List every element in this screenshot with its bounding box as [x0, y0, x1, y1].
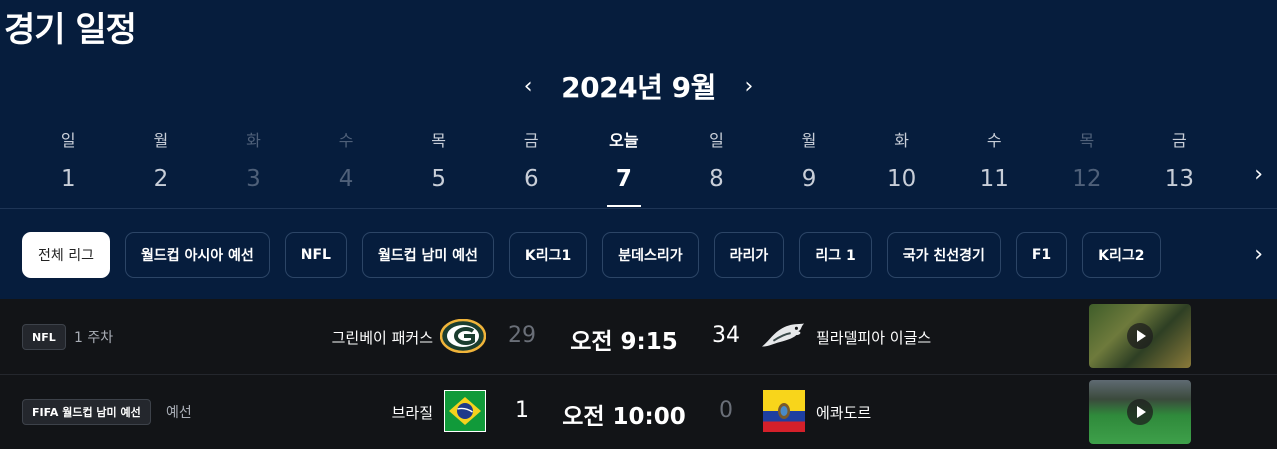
section-divider: [0, 208, 1277, 209]
date-number: 3: [246, 166, 261, 192]
league-chip[interactable]: 월드컵 아시아 예선: [124, 232, 270, 278]
away-score: 0: [719, 398, 733, 423]
dates-next-chevron-right-icon[interactable]: ›: [1254, 162, 1263, 187]
date-item[interactable]: 일8: [670, 130, 763, 194]
play-icon: [1127, 399, 1153, 425]
away-team-name: 필라델피아 이글스: [816, 329, 932, 347]
highlight-video-thumbnail[interactable]: [1089, 380, 1191, 444]
league-chip[interactable]: K리그2: [1082, 232, 1161, 278]
date-item-today[interactable]: 오늘 7: [578, 130, 671, 207]
packers-logo-icon: [440, 315, 486, 357]
date-number: 7: [615, 166, 632, 192]
leagues-next-chevron-right-icon[interactable]: ›: [1254, 242, 1263, 267]
date-weekday: 수: [338, 131, 354, 150]
home-team-name: 그린베이 패커스: [331, 329, 433, 347]
date-weekday: 월: [153, 131, 169, 150]
date-weekday: 화: [894, 131, 909, 150]
league-badge: FIFA 월드컵 남미 예선: [22, 399, 151, 425]
game-time: 오전 9:15: [570, 329, 678, 355]
date-number: 13: [1164, 166, 1195, 192]
highlight-video-thumbnail[interactable]: [1089, 304, 1191, 368]
date-weekday: 일: [709, 131, 724, 150]
date-weekday: 목: [1079, 131, 1095, 150]
next-month-chevron-right-icon[interactable]: ›: [740, 74, 758, 99]
brazil-flag-icon: [442, 390, 488, 432]
game-row[interactable]: NFL 1 주차 그린베이 패커스 29 오전 9:15 34 필라델피아 이글…: [0, 299, 1277, 374]
date-number: 11: [979, 166, 1009, 192]
date-item[interactable]: 화3: [207, 130, 300, 194]
league-chip[interactable]: K리그1: [508, 232, 588, 278]
home-team-name: 브라질: [391, 404, 433, 422]
league-chip[interactable]: 라리가: [713, 232, 785, 278]
date-item[interactable]: 월9: [763, 130, 856, 194]
month-label: 2024년 9월: [561, 71, 716, 104]
date-weekday: 오늘: [609, 131, 639, 150]
date-number: 6: [523, 166, 539, 192]
date-weekday: 수: [986, 131, 1002, 150]
date-weekday: 화: [246, 131, 261, 150]
league-chip[interactable]: NFL: [284, 232, 347, 278]
prev-month-chevron-left-icon[interactable]: ‹: [519, 74, 537, 99]
league-chip[interactable]: 국가 친선경기: [886, 232, 1001, 278]
league-bar-fade: [1222, 232, 1277, 278]
round-label: 1 주차: [74, 330, 114, 346]
round-label: 예선: [166, 405, 192, 421]
eagles-logo-icon: [760, 315, 806, 357]
page-title: 경기 일정: [4, 10, 137, 50]
ecuador-flag-icon: [761, 390, 807, 432]
away-team-name: 에콰도르: [816, 404, 872, 422]
date-item[interactable]: 수 11: [948, 130, 1041, 194]
date-weekday: 월: [801, 131, 817, 150]
date-item[interactable]: 화 10: [855, 130, 948, 194]
play-icon: [1127, 323, 1153, 349]
league-chip[interactable]: 리그 1: [799, 232, 872, 278]
date-number: 12: [1072, 166, 1102, 192]
date-number: 1: [60, 166, 76, 192]
date-item[interactable]: 월2: [115, 130, 208, 194]
league-chip[interactable]: F1: [1015, 232, 1068, 278]
league-chip[interactable]: 분데스리가: [602, 232, 699, 278]
date-item[interactable]: 목 12: [1041, 130, 1134, 194]
date-number: 4: [338, 166, 354, 192]
league-chip[interactable]: 월드컵 남미 예선: [361, 232, 494, 278]
date-item[interactable]: 목5: [392, 130, 485, 194]
date-number: 8: [709, 166, 724, 192]
league-filter-bar: 전체 리그 월드컵 아시아 예선 NFL 월드컵 남미 예선 K리그1 분데스리…: [22, 232, 1161, 278]
schedule-page: 경기 일정 ‹ 2024년 9월 › 일1 월2 화3 수4 목5 금6 오늘 7…: [0, 0, 1277, 449]
home-score: 29: [508, 323, 536, 348]
game-list: NFL 1 주차 그린베이 패커스 29 오전 9:15 34 필라델피아 이글…: [0, 299, 1277, 449]
date-item[interactable]: 수4: [300, 130, 393, 194]
date-number: 10: [887, 166, 917, 192]
game-row[interactable]: FIFA 월드컵 남미 예선 예선 브라질 1 오전 10:00 0 에콰도르: [0, 374, 1277, 449]
league-badge: NFL: [22, 324, 66, 350]
league-chip[interactable]: 전체 리그: [22, 232, 110, 278]
date-item[interactable]: 금 13: [1133, 130, 1226, 194]
date-weekday: 금: [1172, 131, 1187, 150]
date-strip: 일1 월2 화3 수4 목5 금6 오늘 7 일8 월9 화 10 수 11 목 12 …: [22, 130, 1248, 207]
home-score: 1: [515, 398, 529, 423]
date-item[interactable]: 금6: [485, 130, 578, 194]
date-number: 9: [801, 166, 817, 192]
date-number: 2: [153, 166, 169, 192]
date-item[interactable]: 일1: [22, 130, 115, 194]
date-number: 5: [431, 166, 446, 192]
date-weekday: 금: [523, 131, 539, 150]
game-time: 오전 10:00: [562, 404, 686, 430]
date-weekday: 일: [60, 131, 76, 150]
away-score: 34: [712, 323, 740, 348]
date-weekday: 목: [431, 131, 447, 150]
month-navigation: ‹ 2024년 9월 ›: [0, 66, 1277, 106]
